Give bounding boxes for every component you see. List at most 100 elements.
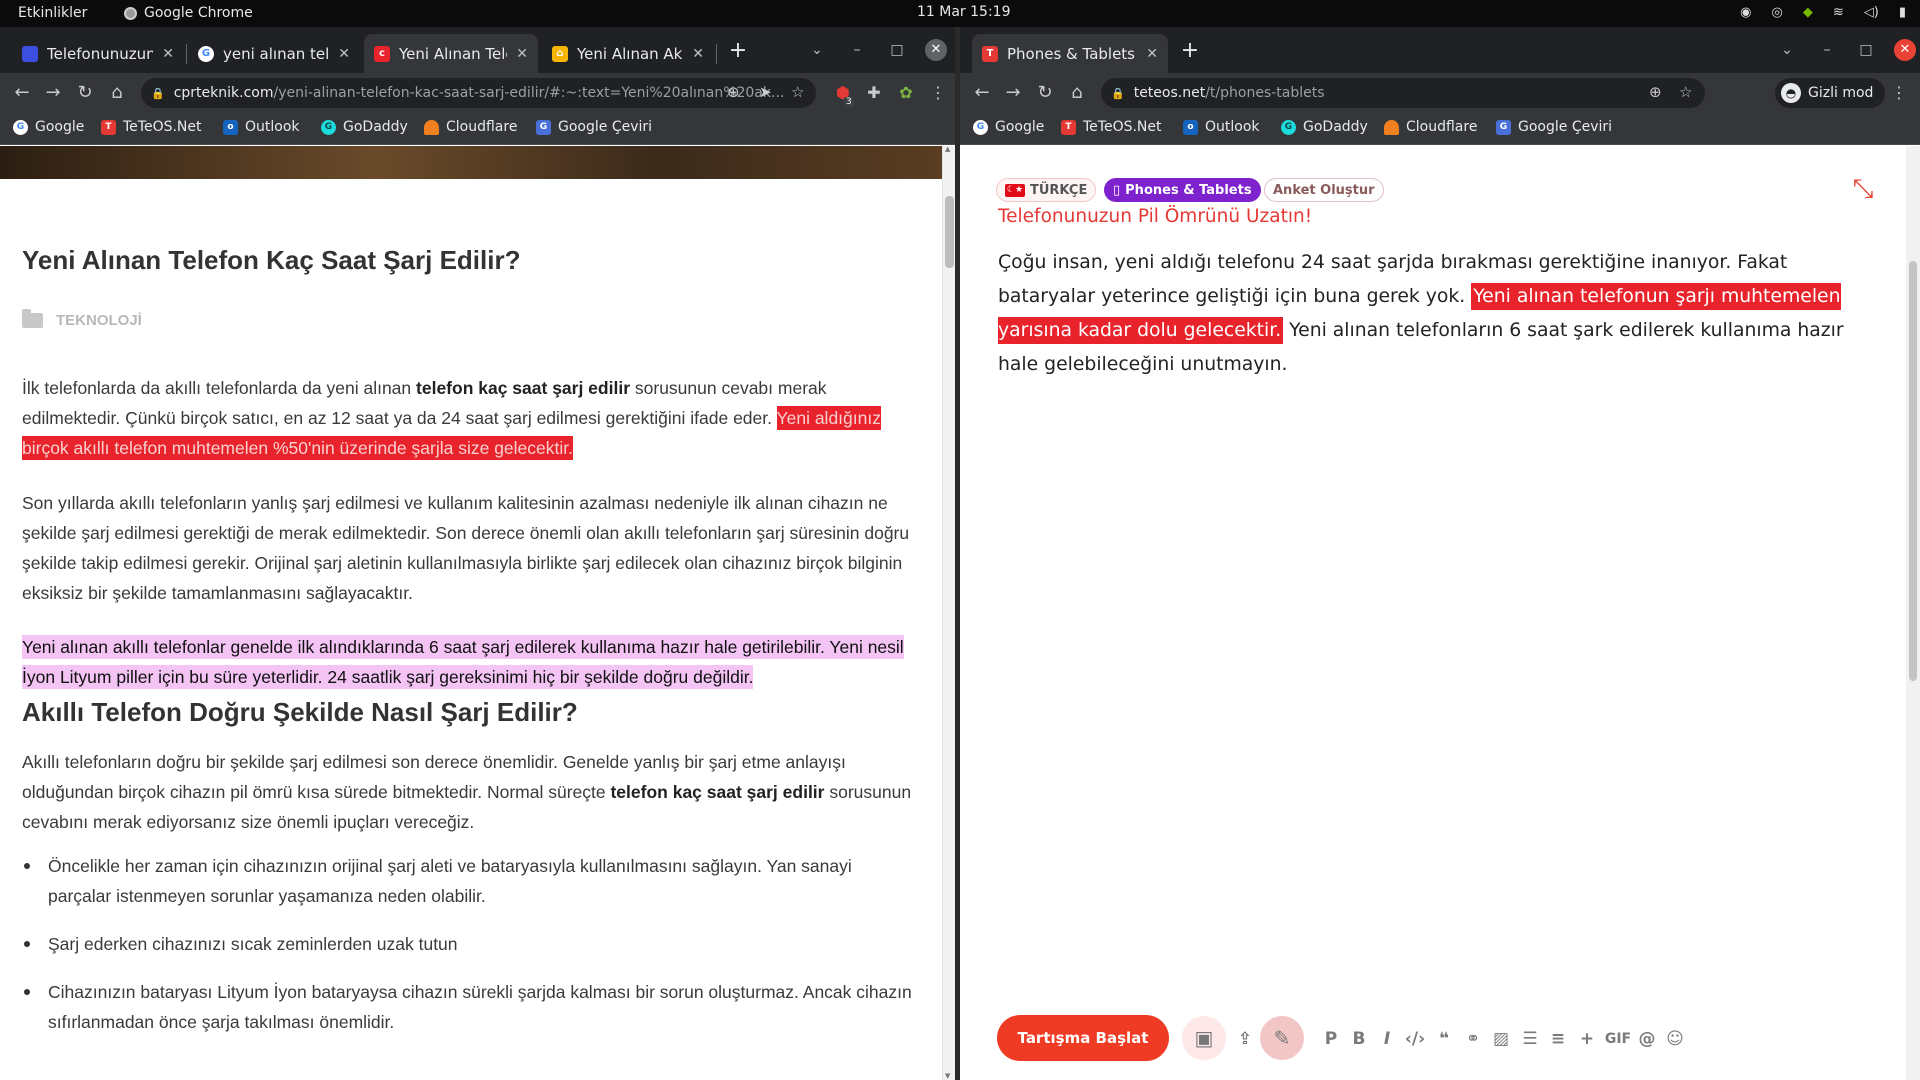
tab[interactable]: ⌂ Yeni Alınan Akıll ✕	[542, 34, 714, 73]
tab-active[interactable]: c Yeni Alınan Telef ✕	[364, 34, 538, 73]
bookmark-star-icon[interactable]: ☆	[791, 83, 804, 101]
scrollbar-thumb[interactable]	[1909, 261, 1917, 681]
volume-icon[interactable]: ◁)	[1864, 5, 1879, 20]
incognito-indicator[interactable]: ◓ Gizli mod	[1775, 78, 1886, 108]
back-arrow-icon[interactable]: ←	[970, 81, 994, 105]
address-bar[interactable]: 🔒 cprteknik.com/yeni-alinan-telefon-kac-…	[141, 78, 816, 108]
bookmark-label: GoDaddy	[343, 119, 408, 135]
image-icon[interactable]: ▨	[1488, 1028, 1514, 1050]
category-link[interactable]: TEKNOLOJİ	[22, 309, 142, 329]
send-icon[interactable]: ➤	[759, 83, 772, 101]
start-discussion-button[interactable]: Tartışma Başlat	[997, 1015, 1169, 1061]
home-icon[interactable]: ⌂	[1065, 81, 1089, 105]
cpr-favicon-icon: c	[374, 45, 390, 62]
upload-file-icon[interactable]: ⇪	[1232, 1028, 1258, 1050]
wifi-icon[interactable]: ≋	[1833, 5, 1844, 20]
discord-icon[interactable]: ◉	[1740, 5, 1751, 20]
tab-close-icon[interactable]: ✕	[516, 46, 528, 62]
google-icon: G	[973, 119, 988, 135]
minimize-composer-icon[interactable]: ⤡	[1848, 176, 1878, 202]
zoom-icon[interactable]: ⊕	[727, 83, 740, 101]
emoji-icon[interactable]: ☺	[1662, 1028, 1688, 1050]
profile-avatar[interactable]: ✿	[895, 82, 917, 104]
tab-close-icon[interactable]: ✕	[1146, 46, 1158, 62]
bookmark-teteos[interactable]: T TeTeOS.Net	[101, 119, 202, 135]
activities-button[interactable]: Etkinlikler	[18, 5, 87, 21]
bookmark-star-icon[interactable]: ☆	[1679, 83, 1692, 101]
bullet-list-icon[interactable]: ☰	[1517, 1028, 1543, 1050]
forward-arrow-icon[interactable]: →	[1001, 81, 1025, 105]
bookmark-outlook[interactable]: o Outlook	[1183, 119, 1260, 135]
reload-icon[interactable]: ↻	[73, 81, 97, 105]
post-body[interactable]: Çoğu insan, yeni aldığı telefonu 24 saat…	[998, 246, 1853, 382]
gif-button[interactable]: GIF	[1602, 1028, 1634, 1050]
bold-text: telefon kaç saat şarj edilir	[610, 782, 825, 802]
tab-close-icon[interactable]: ✕	[162, 46, 174, 62]
bookmark-teteos[interactable]: T TeTeOS.Net	[1061, 119, 1162, 135]
forward-arrow-icon[interactable]: →	[41, 81, 65, 105]
close-window-button[interactable]: ✕	[925, 39, 947, 61]
scrollbar[interactable]	[1906, 146, 1920, 1080]
format-bold-button[interactable]: B	[1346, 1028, 1372, 1050]
new-tab-button[interactable]: +	[1176, 38, 1204, 64]
clock[interactable]: 11 Mar 15:19	[917, 4, 1010, 20]
bookmark-cloudflare[interactable]: Cloudflare	[1384, 119, 1477, 135]
plus-icon[interactable]: +	[1574, 1028, 1600, 1050]
tab[interactable]: Telefonunuzun P ✕	[12, 34, 184, 73]
bookmark-translate[interactable]: G Google Çeviri	[536, 119, 652, 135]
nvidia-icon[interactable]: ◆	[1803, 5, 1813, 20]
post-title[interactable]: Telefonunuzun Pil Ömrünü Uzatın!	[998, 206, 1312, 227]
tab-active[interactable]: T Phones & Tablets - TeTeO ✕	[972, 34, 1168, 73]
reload-icon[interactable]: ↻	[1033, 81, 1057, 105]
tab-close-icon[interactable]: ✕	[338, 46, 350, 62]
tab-search-chevron-icon[interactable]: ⌄	[1776, 39, 1798, 61]
bookmark-godaddy[interactable]: G GoDaddy	[321, 119, 408, 135]
tab[interactable]: Gyeni alınan telefo ✕	[188, 34, 360, 73]
pen-icon[interactable]: ✎	[1260, 1016, 1304, 1060]
steam-icon[interactable]: ◎	[1772, 5, 1783, 20]
bookmark-cloudflare[interactable]: Cloudflare	[424, 119, 517, 135]
page-content: ☾★ TÜRKÇE ▯ Phones & Tablets Anket Oluştur…	[960, 146, 1920, 1080]
menu-kebab-icon[interactable]: ⋮	[1888, 82, 1910, 104]
bookmark-google[interactable]: G Google	[13, 119, 84, 135]
scrollbar-thumb[interactable]	[945, 196, 954, 268]
minimize-button[interactable]: –	[846, 39, 868, 61]
new-tab-button[interactable]: +	[724, 38, 752, 64]
scrollbar[interactable]: ▲ ▼	[942, 146, 955, 1080]
numbered-list-icon[interactable]: ≡	[1545, 1028, 1571, 1050]
godaddy-icon: G	[321, 119, 336, 135]
quote-icon[interactable]: ❝	[1431, 1028, 1457, 1050]
link-icon[interactable]: ⚭	[1460, 1028, 1486, 1050]
mention-icon[interactable]: @	[1634, 1028, 1660, 1050]
home-icon[interactable]: ⌂	[105, 81, 129, 105]
code-icon[interactable]: ‹/›	[1402, 1028, 1428, 1050]
battery-icon[interactable]: ▮	[1899, 5, 1906, 20]
maximize-button[interactable]: □	[886, 39, 908, 61]
back-arrow-icon[interactable]: ←	[10, 81, 34, 105]
format-paragraph-button[interactable]: P	[1318, 1028, 1344, 1050]
format-italic-button[interactable]: I	[1374, 1028, 1400, 1050]
bookmark-label: Outlook	[1205, 119, 1260, 135]
bookmark-translate[interactable]: G Google Çeviri	[1496, 119, 1612, 135]
create-poll-button[interactable]: Anket Oluştur	[1264, 178, 1384, 202]
incognito-icon: ◓	[1781, 83, 1801, 103]
bookmark-outlook[interactable]: o Outlook	[223, 119, 300, 135]
close-window-button[interactable]: ✕	[1894, 39, 1916, 61]
maximize-button[interactable]: □	[1855, 39, 1877, 61]
minimize-button[interactable]: –	[1816, 39, 1838, 61]
language-tag[interactable]: ☾★ TÜRKÇE	[996, 178, 1097, 202]
bookmark-google[interactable]: G Google	[973, 119, 1044, 135]
bookmark-godaddy[interactable]: G GoDaddy	[1281, 119, 1368, 135]
bookmark-label: GoDaddy	[1303, 119, 1368, 135]
extensions-puzzle-icon[interactable]: ✚	[863, 82, 885, 104]
address-bar[interactable]: 🔒 teteos.net/t/phones-tablets ⊕ ☆	[1101, 78, 1705, 108]
app-menu[interactable]: Google Chrome	[124, 5, 253, 21]
system-tray[interactable]: ◉ ◎ ◆ ≋ ◁) ▮	[1740, 5, 1906, 20]
bookmark-label: TeTeOS.Net	[123, 119, 202, 135]
media-gallery-icon[interactable]: ▣	[1182, 1016, 1226, 1060]
zoom-icon[interactable]: ⊕	[1649, 83, 1662, 101]
category-tag[interactable]: ▯ Phones & Tablets	[1104, 178, 1261, 202]
menu-kebab-icon[interactable]: ⋮	[927, 82, 949, 104]
tab-close-icon[interactable]: ✕	[692, 46, 704, 62]
tab-search-chevron-icon[interactable]: ⌄	[806, 39, 828, 61]
